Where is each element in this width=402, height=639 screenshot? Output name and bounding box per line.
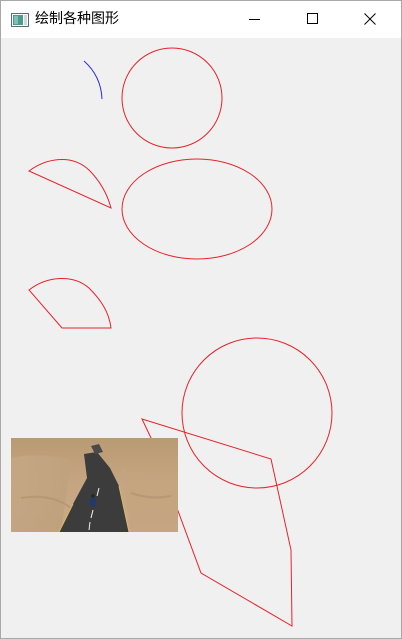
circle-small <box>121 47 223 149</box>
blue-arc <box>83 60 103 100</box>
drawing-area <box>1 38 401 638</box>
minimize-button[interactable] <box>232 1 278 37</box>
ellipse <box>121 158 273 260</box>
pie-slice-top <box>28 158 112 209</box>
shapes-canvas <box>28 47 333 627</box>
close-button[interactable] <box>347 1 393 37</box>
window-title: 绘制各种图形 <box>35 11 119 27</box>
app-window-icon <box>11 12 29 27</box>
maximize-icon <box>307 13 318 24</box>
app-window: 绘制各种图形 <box>0 0 402 639</box>
circle-large <box>181 337 333 489</box>
close-icon <box>364 13 376 25</box>
desert-road-photo <box>11 438 178 532</box>
pie-slice-lower <box>28 277 112 329</box>
title-bar[interactable]: 绘制各种图形 <box>1 1 401 38</box>
minimize-icon <box>249 19 260 20</box>
maximize-button[interactable] <box>290 1 336 37</box>
